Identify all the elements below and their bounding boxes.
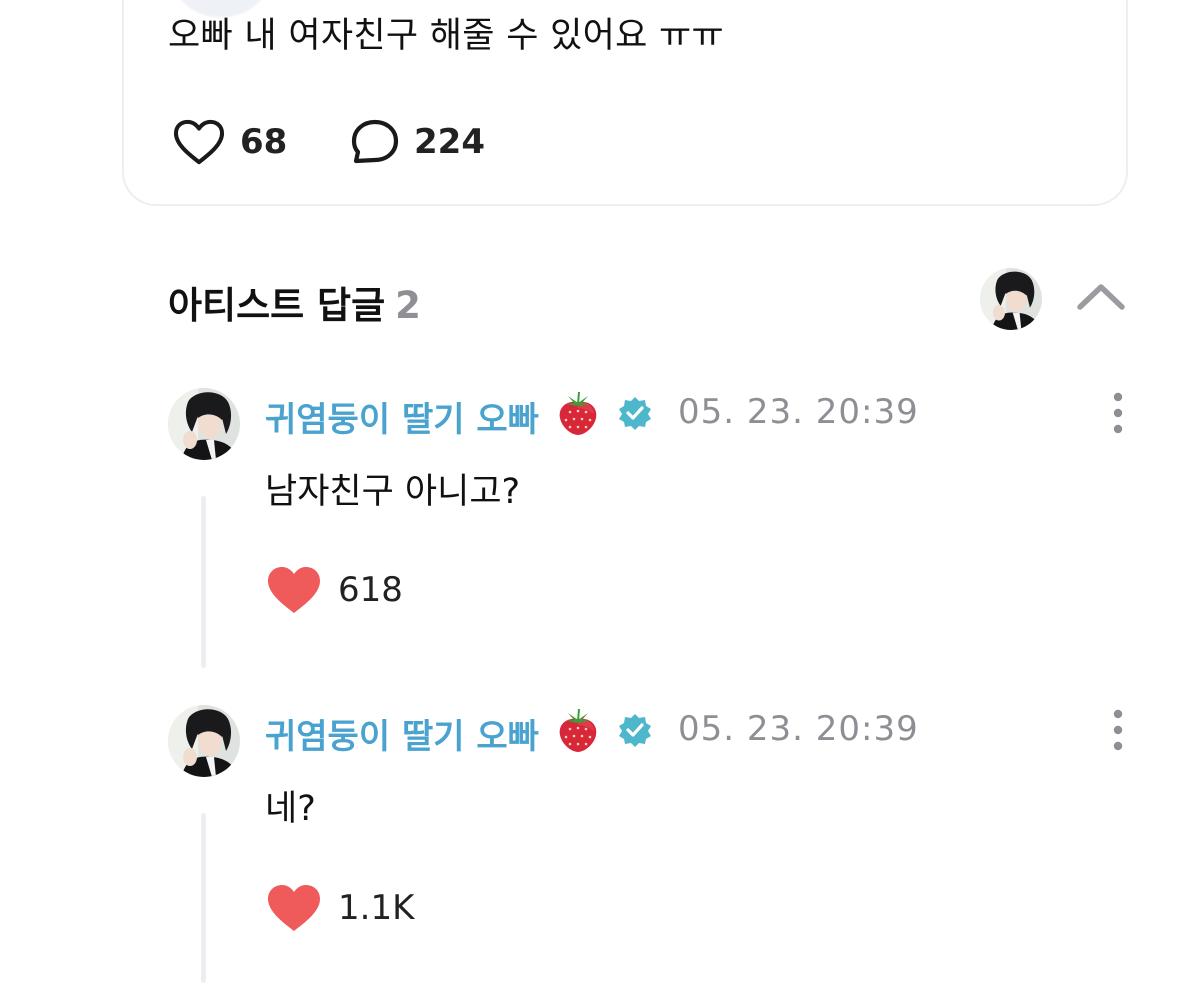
thread-line bbox=[201, 496, 206, 668]
strawberry-icon bbox=[556, 707, 600, 753]
artist-replies-count: 2 bbox=[395, 284, 421, 327]
reply-text: 네? bbox=[265, 789, 316, 829]
post-text: 오빠 내 여자친구 해줄 수 있어요 ㅠㅠ bbox=[168, 16, 725, 56]
verified-badge-icon bbox=[618, 396, 652, 430]
thread-line bbox=[201, 813, 206, 983]
post-comment-button[interactable]: 224 bbox=[350, 118, 485, 166]
reply-timestamp: 05. 23. 20:39 bbox=[678, 392, 919, 432]
heart-filled-icon bbox=[266, 565, 322, 615]
heart-outline-icon bbox=[173, 119, 225, 165]
strawberry-icon bbox=[556, 390, 600, 436]
post-like-button[interactable]: 68 bbox=[172, 118, 287, 166]
reply-text: 남자친구 아니고? bbox=[265, 472, 521, 512]
artist-replies-header: 아티스트 답글 2 bbox=[168, 275, 421, 329]
chevron-up-icon[interactable] bbox=[1074, 277, 1128, 317]
verified-badge-icon bbox=[618, 713, 652, 747]
more-options-icon[interactable] bbox=[1108, 708, 1128, 752]
heart-filled-icon bbox=[266, 883, 322, 933]
more-options-icon[interactable] bbox=[1108, 391, 1128, 435]
reply-author-avatar[interactable] bbox=[168, 388, 240, 460]
reply-timestamp: 05. 23. 20:39 bbox=[678, 709, 919, 749]
post-comment-count: 224 bbox=[414, 122, 485, 162]
artist-replies-title: 아티스트 답글 bbox=[168, 284, 386, 327]
post-like-count: 68 bbox=[240, 122, 288, 162]
comment-bubble-icon bbox=[351, 119, 399, 164]
reply-author-name[interactable]: 귀염둥이 딸기 오빠 bbox=[265, 392, 539, 441]
reply-author-name[interactable]: 귀염둥이 딸기 오빠 bbox=[265, 709, 539, 758]
reply-like-count: 1.1K bbox=[338, 888, 415, 928]
artist-avatar bbox=[980, 268, 1042, 330]
reply-like-count: 618 bbox=[338, 570, 403, 610]
reply-like-button[interactable]: 1.1K bbox=[266, 883, 414, 933]
reply-author-avatar[interactable] bbox=[168, 705, 240, 777]
reply-like-button[interactable]: 618 bbox=[266, 565, 403, 615]
